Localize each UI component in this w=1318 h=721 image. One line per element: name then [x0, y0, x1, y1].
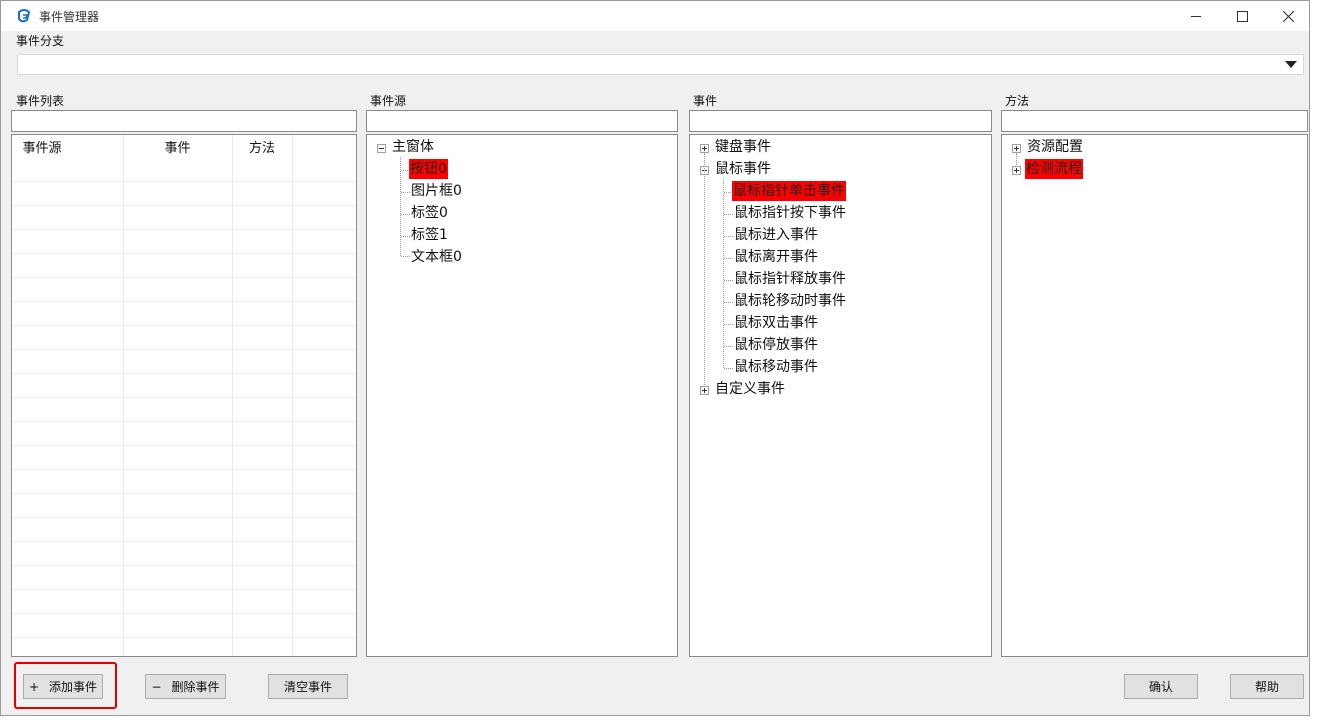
close-button[interactable] — [1265, 1, 1311, 31]
tree-node-mouse-leave[interactable]: 鼠标离开事件 — [733, 247, 819, 267]
tree-node-mouse-down[interactable]: 鼠标指针按下事件 — [733, 203, 847, 223]
tree-node-mouse-hover[interactable]: 鼠标停放事件 — [733, 335, 819, 355]
maximize-icon — [1236, 10, 1248, 22]
minus-icon: − — [151, 679, 162, 694]
methods-filter-input[interactable] — [1001, 110, 1308, 132]
collapse-icon[interactable] — [377, 144, 386, 153]
minimize-button[interactable] — [1173, 1, 1219, 31]
tree-node-mouse-double-click[interactable]: 鼠标双击事件 — [733, 313, 819, 333]
tree-node-custom-events[interactable]: 自定义事件 — [714, 379, 786, 399]
maximize-button[interactable] — [1219, 1, 1265, 31]
tree-node-keyboard-events[interactable]: 键盘事件 — [714, 137, 772, 157]
delete-event-label: 删除事件 — [171, 680, 220, 694]
delete-event-button[interactable]: − 删除事件 — [145, 674, 226, 699]
event-list-filter-input[interactable] — [11, 110, 357, 132]
tree-node-textbox0[interactable]: 文本框0 — [410, 247, 463, 267]
source-tree[interactable]: 主窗体 按钮0 图片框0 标签0 标签1 文本框0 — [366, 134, 678, 657]
app-logo-icon — [18, 9, 31, 23]
tree-node-label1[interactable]: 标签1 — [410, 225, 449, 245]
expand-icon[interactable] — [700, 144, 709, 153]
clear-events-button[interactable]: 清空事件 — [268, 674, 348, 699]
window-title: 事件管理器 — [39, 10, 100, 24]
branch-label: 事件分支 — [16, 34, 65, 48]
branch-select[interactable] — [17, 54, 1304, 75]
close-icon — [1282, 10, 1294, 22]
tree-node-mouse-events[interactable]: 鼠标事件 — [714, 159, 772, 179]
tree-node-button0[interactable]: 按钮0 — [409, 159, 448, 179]
column-header-event[interactable]: 事件 — [123, 135, 232, 157]
tree-node-picturebox0[interactable]: 图片框0 — [410, 181, 463, 201]
minimize-icon — [1191, 15, 1201, 17]
source-filter-input[interactable] — [366, 110, 678, 132]
column-header-source[interactable]: 事件源 — [12, 135, 72, 157]
highlight-frame — [14, 662, 117, 709]
tree-node-detection-flow[interactable]: 检测流程 — [1025, 159, 1083, 179]
tree-node-mouse-enter[interactable]: 鼠标进入事件 — [733, 225, 819, 245]
events-filter-input[interactable] — [689, 110, 992, 132]
methods-tree[interactable]: 资源配置 检测流程 — [1001, 134, 1308, 657]
dropdown-arrow-icon[interactable] — [1285, 61, 1297, 68]
expand-icon[interactable] — [700, 386, 709, 395]
expand-icon[interactable] — [1012, 144, 1021, 153]
event-list-grid[interactable]: 事件源 事件 方法 — [11, 134, 357, 657]
tree-node-main-form[interactable]: 主窗体 — [391, 137, 435, 157]
methods-label: 方法 — [1005, 94, 1030, 108]
background-app — [1310, 0, 1318, 721]
events-tree[interactable]: 键盘事件 鼠标事件 鼠标指针单击事件 鼠标指针按下事件 鼠标进入事件 鼠标离开事… — [689, 134, 992, 657]
confirm-button[interactable]: 确认 — [1124, 674, 1198, 699]
help-button[interactable]: 帮助 — [1230, 674, 1304, 699]
tree-node-mouse-wheel[interactable]: 鼠标轮移动时事件 — [733, 291, 847, 311]
source-label: 事件源 — [370, 94, 407, 108]
title-bar[interactable]: 事件管理器 — [1, 1, 1309, 31]
event-list-label: 事件列表 — [16, 94, 65, 108]
tree-node-resource-config[interactable]: 资源配置 — [1026, 137, 1084, 157]
event-manager-window: 事件管理器 事件分支 事件列表 事件源 事件 方法 事件源 主窗体 按钮0 图片… — [0, 0, 1310, 716]
events-label: 事件 — [693, 94, 718, 108]
tree-node-label0[interactable]: 标签0 — [410, 203, 449, 223]
tree-node-mouse-click[interactable]: 鼠标指针单击事件 — [732, 181, 846, 201]
tree-node-mouse-up[interactable]: 鼠标指针释放事件 — [733, 269, 847, 289]
tree-node-mouse-move[interactable]: 鼠标移动事件 — [733, 357, 819, 377]
expand-icon[interactable] — [1012, 166, 1021, 175]
column-header-method[interactable]: 方法 — [232, 135, 292, 157]
